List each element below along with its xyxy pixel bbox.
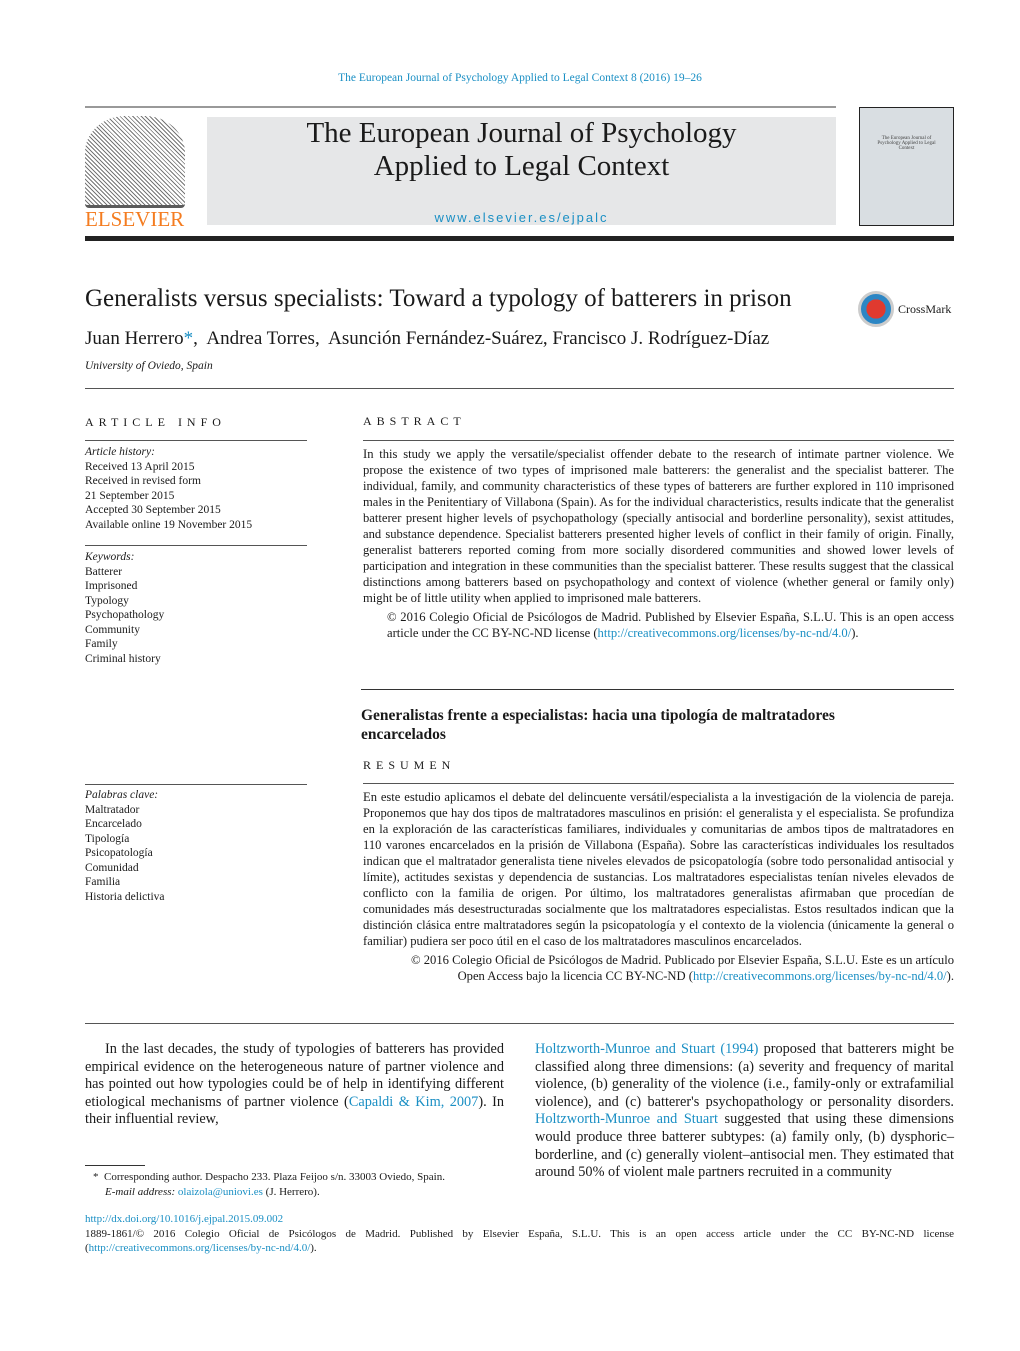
author: Juan Herrero: [85, 328, 184, 349]
divider: [85, 106, 836, 108]
body-column-2: Holtzworth-Munroe and Stuart (1994) prop…: [535, 1041, 954, 1182]
keyword: Maltratador: [85, 803, 140, 816]
crossmark-button[interactable]: CrossMark: [858, 291, 951, 327]
keyword: Imprisoned: [85, 580, 138, 592]
divider: [85, 388, 954, 389]
resumen-heading: RESUMEN: [363, 758, 456, 772]
divider: [361, 689, 954, 690]
punct: ).: [310, 1242, 317, 1254]
footnote-text: (J. Herrero).: [262, 1185, 320, 1198]
divider: [85, 440, 307, 441]
history-item: Received in revised form: [85, 475, 201, 487]
keyword: Batterer: [85, 565, 123, 578]
divider: [363, 783, 954, 784]
history-item: Accepted 30 September 2015: [85, 504, 221, 516]
keyword: Tipología: [85, 832, 130, 845]
crossmark-icon: [858, 291, 894, 327]
history-item: Received 13 April 2015: [85, 460, 195, 473]
history-item: 21 September 2015: [85, 489, 175, 502]
keyword: Familia: [85, 876, 121, 888]
keywords: Keywords: Batterer Imprisoned Typology P…: [85, 550, 164, 666]
punct: ).: [851, 626, 859, 640]
abstract-text: In this study we apply the versatile/spe…: [363, 447, 954, 605]
corresponding-author-marker[interactable]: *: [184, 328, 194, 349]
page-footer: http://dx.doi.org/10.1016/j.ejpal.2015.0…: [85, 1212, 954, 1256]
footnote: * Corresponding author. Despacho 233. Pl…: [93, 1170, 503, 1199]
license-link[interactable]: http://creativecommons.org/licenses/by-n…: [89, 1242, 311, 1254]
history-item: Available online 19 November 2015: [85, 518, 253, 531]
abstract-heading: ABSTRACT: [363, 414, 466, 428]
divider: [85, 545, 307, 546]
citation-link[interactable]: Holtzworth-Munroe and Stuart: [535, 1111, 718, 1127]
article-info-heading: ARTICLE INFO: [85, 415, 226, 429]
doi-link[interactable]: http://dx.doi.org/10.1016/j.ejpal.2015.0…: [85, 1213, 283, 1225]
history-label: Article history:: [85, 446, 155, 458]
email-label: E-mail address:: [105, 1185, 176, 1198]
body-column-1: In the last decades, the study of typolo…: [85, 1041, 504, 1129]
citation-link[interactable]: Holtzworth-Munroe and Stuart (1994): [535, 1041, 758, 1057]
divider: [85, 1023, 954, 1024]
cover-text: The European Journal of Psychology Appli…: [877, 136, 936, 151]
abstract-copyright: © 2016 Colegio Oficial de Psicólogos de …: [363, 609, 954, 641]
keyword: Typology: [85, 594, 129, 607]
keyword: Encarcelado: [85, 818, 142, 830]
keyword: Community: [85, 623, 140, 636]
keyword: Criminal history: [85, 652, 161, 665]
article-history: Article history: Received 13 April 2015 …: [85, 445, 252, 532]
author-list: Juan Herrero*, Andrea Torres, Asunción F…: [85, 328, 770, 349]
article-title: Generalists versus specialists: Toward a…: [85, 285, 792, 312]
elsevier-tree-icon: [85, 116, 185, 208]
abstract: In this study we apply the versatile/spe…: [363, 446, 954, 641]
publisher-logo-text: ELSEVIER: [85, 207, 185, 231]
keyword: Psicopatología: [85, 847, 153, 859]
journal-title-line1: The European Journal of Psychology: [306, 117, 737, 149]
journal-cover-thumbnail: The European Journal of Psychology Appli…: [859, 107, 954, 226]
resumen-text: En este estudio aplicamos el debate del …: [363, 790, 954, 948]
footnote-marker: *: [93, 1171, 99, 1183]
citation-link[interactable]: Capaldi & Kim, 2007: [349, 1094, 479, 1110]
footnote-text: Corresponding author. Despacho 233. Plaz…: [104, 1171, 445, 1183]
resumen: En este estudio aplicamos el debate del …: [363, 789, 954, 984]
resumen-copyright: © 2016 Colegio Oficial de Psicólogos de …: [363, 952, 954, 984]
journal-url[interactable]: www.elsevier.es/ejpalc: [207, 210, 836, 225]
footnote-divider: [85, 1165, 145, 1166]
journal-banner: The European Journal of Psychology Appli…: [207, 117, 836, 225]
license-link[interactable]: http://creativecommons.org/licenses/by-n…: [693, 969, 947, 983]
keyword: Historia delictiva: [85, 890, 165, 903]
divider: [85, 784, 307, 785]
keywords-label: Keywords:: [85, 551, 135, 563]
divider: [363, 440, 954, 441]
author: Andrea Torres,: [206, 328, 320, 349]
journal-title-line2: Applied to Legal Context: [373, 150, 670, 182]
palabras-label: Palabras clave:: [85, 789, 159, 801]
affiliation: University of Oviedo, Spain: [85, 360, 213, 372]
elsevier-logo: ELSEVIER: [85, 116, 185, 231]
license-link[interactable]: http://creativecommons.org/licenses/by-n…: [598, 626, 852, 640]
keyword: Family: [85, 638, 118, 650]
keyword: Psychopathology: [85, 609, 165, 621]
keyword: Comunidad: [85, 861, 139, 874]
palabras-clave: Palabras clave: Maltratador Encarcelado …: [85, 788, 165, 904]
punct: ).: [946, 969, 954, 983]
journal-reference[interactable]: The European Journal of Psychology Appli…: [0, 72, 1020, 84]
author: Asunción Fernández-Suárez, Francisco J. …: [328, 328, 770, 349]
email-link[interactable]: olaizola@uniovi.es: [178, 1186, 263, 1198]
spanish-title: Generalistas frente a especialistas: hac…: [361, 707, 835, 743]
divider: [85, 236, 954, 241]
crossmark-label: CrossMark: [898, 301, 952, 316]
